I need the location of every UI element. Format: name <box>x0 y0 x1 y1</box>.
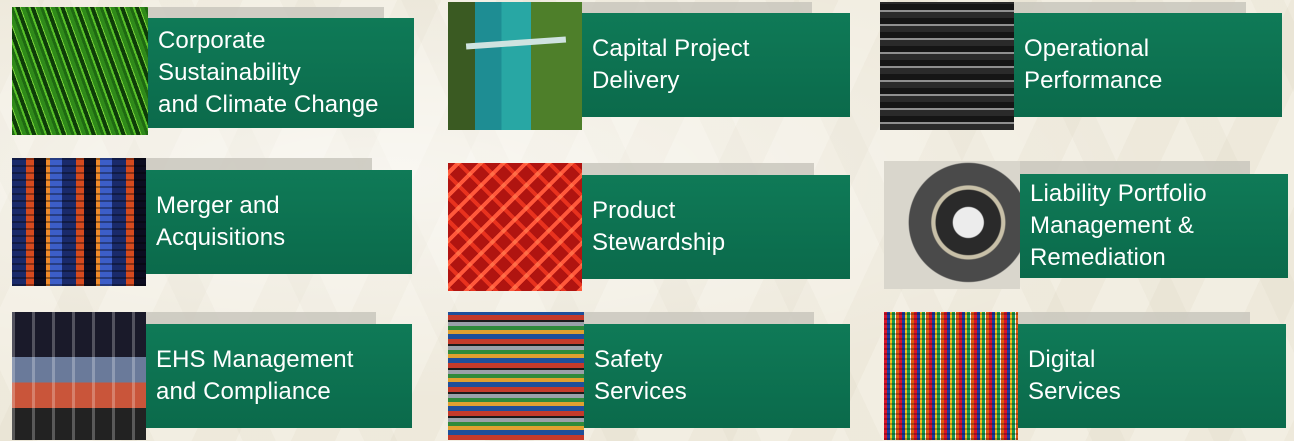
tile-label: Safety Services <box>594 346 687 405</box>
industrial-drum-image <box>884 161 1020 289</box>
grass-image <box>12 7 148 135</box>
tile-panel: Digital Services <box>1018 324 1286 428</box>
tile-panel: Liability Portfolio Management & Remedia… <box>1020 174 1288 278</box>
tile-label: Merger and Acquisitions <box>156 192 286 251</box>
red-mesh-image <box>448 163 582 291</box>
tile-panel: Corporate Sustainability and Climate Cha… <box>148 18 414 128</box>
city-buildings-image <box>12 158 146 286</box>
tile-operational-performance[interactable]: Operational Performance <box>880 2 1284 130</box>
shipping-containers-image <box>448 312 584 440</box>
tile-ehs-management[interactable]: EHS Management and Compliance <box>12 312 416 440</box>
machinery-image <box>880 2 1014 130</box>
tile-panel: Operational Performance <box>1014 13 1282 117</box>
tile-digital-services[interactable]: Digital Services <box>884 312 1288 440</box>
colorful-pixels-image <box>884 312 1018 440</box>
tile-label: Product Stewardship <box>592 197 726 256</box>
river-bridge-image <box>448 2 582 130</box>
industrial-tunnel-image <box>12 312 146 440</box>
tile-corporate-sustainability[interactable]: Corporate Sustainability and Climate Cha… <box>12 7 416 135</box>
tile-panel: Product Stewardship <box>582 175 850 279</box>
tile-label: Operational Performance <box>1024 35 1163 94</box>
tile-label: Capital Project Delivery <box>592 35 750 94</box>
tile-panel: Merger and Acquisitions <box>146 170 412 274</box>
tile-product-stewardship[interactable]: Product Stewardship <box>448 163 852 291</box>
tile-panel: Capital Project Delivery <box>582 13 850 117</box>
tile-label: Corporate Sustainability and Climate Cha… <box>158 27 379 118</box>
tile-panel: EHS Management and Compliance <box>146 324 412 428</box>
tile-merger-acquisitions[interactable]: Merger and Acquisitions <box>12 158 416 286</box>
tile-capital-project-delivery[interactable]: Capital Project Delivery <box>448 2 852 130</box>
tile-safety-services[interactable]: Safety Services <box>448 312 852 440</box>
tile-panel: Safety Services <box>584 324 850 428</box>
tile-label: Liability Portfolio Management & Remedia… <box>1030 180 1207 271</box>
tile-label: Digital Services <box>1028 346 1121 405</box>
tile-label: EHS Management and Compliance <box>156 346 354 405</box>
tile-liability-portfolio[interactable]: Liability Portfolio Management & Remedia… <box>884 161 1288 289</box>
tile-shadow <box>1018 161 1250 175</box>
